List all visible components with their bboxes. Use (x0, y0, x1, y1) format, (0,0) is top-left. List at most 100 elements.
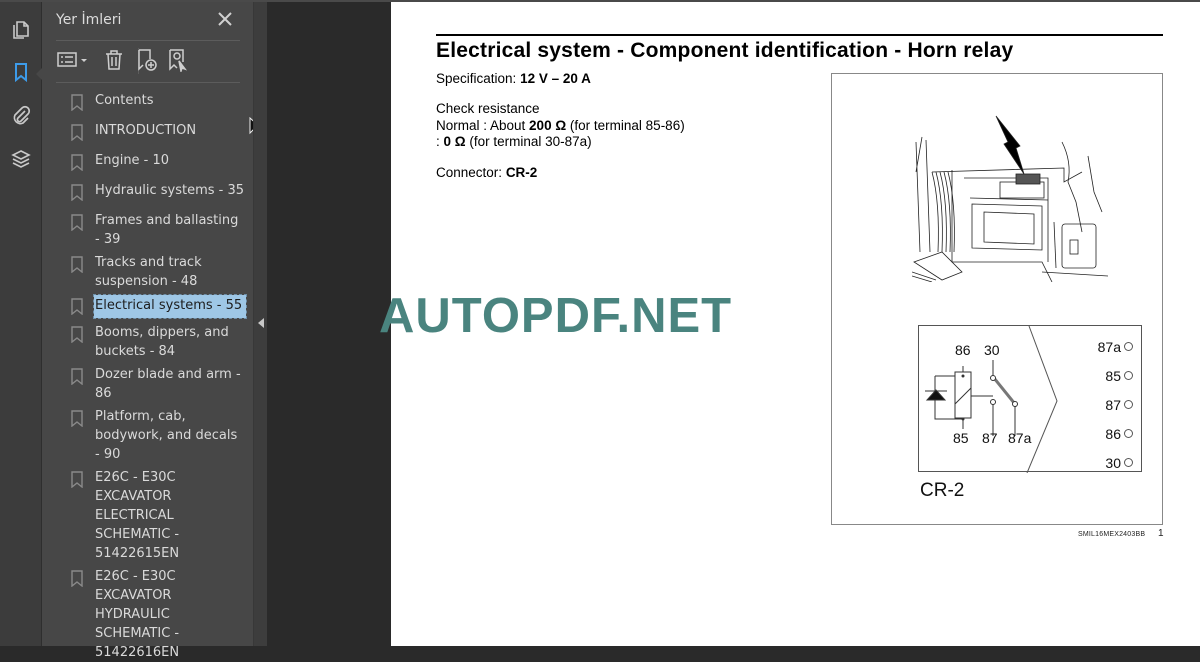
normal-value: 200 Ω (529, 118, 567, 133)
bookmark-label: Tracks and track suspension - 48 (95, 255, 202, 289)
bookmark-find-icon (169, 49, 188, 72)
terminal-label: 30 (984, 342, 1000, 358)
bookmark-label: E26C - E30C EXCAVATOR HYDRAULIC SCHEMATI… (95, 569, 180, 660)
divider (56, 40, 240, 41)
connector-label: Connector: (436, 165, 503, 180)
sidebar-rail (0, 2, 42, 646)
new-bookmark-button[interactable] (135, 48, 159, 72)
bookmark-item[interactable]: Dozer blade and arm - 86 (42, 365, 253, 403)
terminal-label: 87 (982, 430, 998, 446)
close-panel-button[interactable] (216, 10, 234, 28)
collapse-panel-arrow-icon[interactable] (258, 318, 264, 328)
bookmark-label: Frames and ballasting - 39 (95, 213, 239, 247)
bookmarks-button[interactable] (9, 60, 33, 84)
footer-code: SMIL16MEX2403BB (1078, 531, 1146, 538)
pin-label: 86 (1105, 425, 1121, 442)
terminal-label: 86 (955, 342, 971, 358)
divider (56, 82, 240, 83)
normal-prefix: Normal : About (436, 118, 530, 133)
bookmark-label: E26C - E30C EXCAVATOR ELECTRICAL SCHEMAT… (95, 470, 180, 561)
watermark: AUTOPDF.NET (379, 289, 733, 343)
bookmark-item[interactable]: Engine - 10 (42, 151, 253, 171)
panel-resize-handle[interactable] (253, 2, 267, 646)
pin-circle-icon (1124, 371, 1133, 380)
bookmark-icon (71, 471, 83, 488)
terminal-label: 87a (1008, 430, 1032, 446)
pin-label: 87 (1105, 396, 1121, 413)
connector-pin: 86 (1077, 419, 1133, 448)
bookmark-item-selected[interactable]: Electrical systems - 55 (42, 294, 253, 319)
bookmark-item[interactable]: Hydraulic systems - 35 (42, 181, 253, 201)
bookmark-item[interactable]: Platform, cab, bodywork, and decals - 90 (42, 407, 253, 464)
attachments-button[interactable] (9, 103, 33, 127)
spec-label: Specification: (436, 71, 517, 86)
specification-line: Specification: 12 V – 20 A (436, 71, 591, 86)
bookmark-item[interactable]: Tracks and track suspension - 48 (42, 253, 253, 291)
title-rule (436, 34, 1163, 36)
bookmark-label: Platform, cab, bodywork, and decals - 90 (95, 409, 238, 462)
close-icon (218, 12, 232, 26)
bookmark-label: Engine - 10 (95, 153, 170, 168)
bookmark-item[interactable]: E26C - E30C EXCAVATOR ELECTRICAL SCHEMAT… (42, 468, 253, 563)
bookmark-icon (71, 326, 83, 343)
page-thumbnails-button[interactable] (9, 18, 33, 42)
trash-icon (106, 50, 122, 70)
bookmark-list: Contents INTRODUCTION Engine - 10 Hydrau… (42, 88, 253, 662)
panel-title: Yer İmleri (56, 12, 122, 28)
relay-schematic: 86 30 85 87 87a 87a 85 87 86 30 (918, 325, 1142, 474)
bookmark-label: Dozer blade and arm - 86 (95, 367, 241, 401)
layers-button[interactable] (9, 147, 33, 171)
connector-pin-list: 87a 85 87 86 30 (1077, 332, 1133, 477)
check-heading: Check resistance (436, 101, 540, 116)
bookmark-icon (71, 214, 83, 231)
pin-circle-icon (1124, 400, 1133, 409)
connector-pin: 87 (1077, 390, 1133, 419)
layers-icon (11, 150, 31, 168)
figure-frame: 86 30 85 87 87a 87a 85 87 86 30 CR-2 (831, 73, 1163, 525)
pin-circle-icon (1124, 429, 1133, 438)
figure-caption: CR-2 (920, 480, 965, 501)
options-menu-button[interactable] (56, 48, 90, 72)
normal-resistance-line: Normal : About 200 Ω (for terminal 85-86… (436, 118, 685, 133)
bookmark-icon (71, 94, 83, 111)
bookmark-icon (71, 298, 83, 315)
bookmark-icon (71, 368, 83, 385)
bookmark-label: Contents (95, 93, 154, 108)
bookmark-label: Electrical systems - 55 (93, 294, 247, 319)
bookmark-label: Booms, dippers, and buckets - 84 (95, 325, 229, 359)
zero-value: 0 Ω (443, 134, 466, 149)
bookmark-item[interactable]: Booms, dippers, and buckets - 84 (42, 323, 253, 361)
pin-label: 30 (1105, 454, 1121, 471)
bookmark-add-icon (138, 49, 157, 71)
pin-label: 85 (1105, 367, 1121, 384)
zero-prefix: : (436, 134, 444, 149)
bookmark-icon (71, 570, 83, 587)
bookmark-item[interactable]: INTRODUCTION (42, 121, 253, 141)
pin-label: 87a (1097, 338, 1121, 355)
pin-circle-icon (1124, 342, 1133, 351)
connector-value: CR-2 (505, 165, 538, 180)
bookmark-label: Hydraulic systems - 35 (95, 183, 245, 198)
find-bookmark-button[interactable] (167, 48, 189, 72)
bookmark-icon (15, 63, 27, 83)
bookmark-icon (71, 184, 83, 201)
bookmark-item[interactable]: E26C - E30C EXCAVATOR HYDRAULIC SCHEMATI… (42, 567, 253, 662)
document-title: Electrical system - Component identifica… (436, 39, 1014, 62)
bookmark-icon (71, 256, 83, 273)
zero-resistance-line: : 0 Ω (for terminal 30-87a) (436, 134, 592, 149)
pages-icon (13, 21, 29, 39)
bookmark-icon (71, 124, 83, 141)
connector-pin: 30 (1077, 448, 1133, 477)
bookmarks-panel: Yer İmleri Contents INTRODUCTION Engine … (42, 2, 263, 660)
paperclip-icon (13, 105, 31, 125)
bookmark-item[interactable]: Frames and ballasting - 39 (42, 211, 253, 249)
list-options-icon (57, 52, 87, 67)
pin-circle-icon (1124, 458, 1133, 467)
relay-location-illustration (912, 115, 1108, 282)
bookmark-item[interactable]: Contents (42, 91, 253, 111)
page-number: 1 (1158, 528, 1164, 539)
delete-bookmark-button[interactable] (104, 48, 124, 72)
connector-pin: 85 (1077, 361, 1133, 390)
connector-pin: 87a (1077, 332, 1133, 361)
normal-suffix: (for terminal 85-86) (566, 118, 685, 133)
